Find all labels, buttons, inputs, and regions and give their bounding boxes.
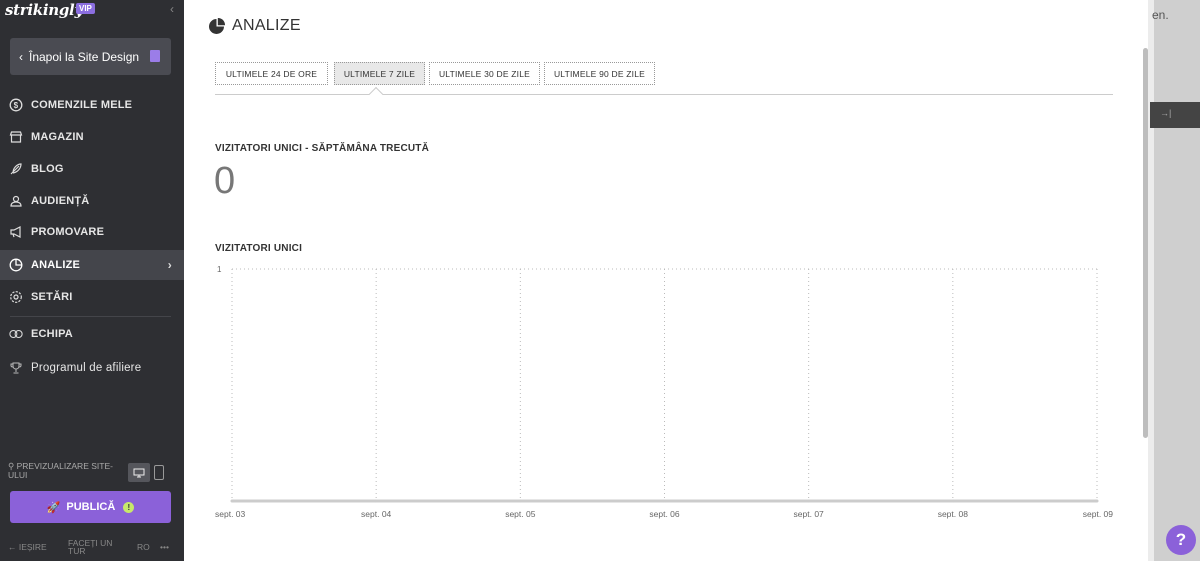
vip-badge: VIP bbox=[76, 3, 95, 14]
tab-last-30-days[interactable]: ULTIMELE 30 DE ZILE bbox=[429, 62, 540, 85]
exit-link[interactable]: ← IEȘIRE bbox=[8, 542, 47, 552]
dollar-circle-icon: $ bbox=[9, 98, 23, 112]
sidebar-item-analize[interactable]: ANALIZE › bbox=[0, 250, 184, 280]
pie-chart-icon bbox=[9, 258, 23, 272]
rocket-icon: 🚀 bbox=[46, 501, 61, 514]
unique-visitors-week-value: 0 bbox=[214, 160, 236, 202]
take-tour-link[interactable]: FACEȚI UN TUR bbox=[68, 539, 120, 556]
chart-x-tick-label: sept. 04 bbox=[361, 509, 392, 519]
sidebar-item-label: PROMOVARE bbox=[31, 226, 105, 238]
sidebar-item-echipa[interactable]: ECHIPA bbox=[0, 319, 184, 349]
background-text: en. bbox=[1152, 8, 1169, 22]
mobile-preview-button[interactable] bbox=[154, 465, 164, 480]
publish-warning-badge: ! bbox=[123, 501, 135, 513]
chart-data-point bbox=[518, 499, 522, 503]
sidebar-item-label: ECHIPA bbox=[31, 328, 73, 340]
unique-visitors-week-label: VIZITATORI UNICI - SĂPTĂMÂNA TRECUTĂ bbox=[215, 143, 430, 154]
sidebar-divider bbox=[10, 316, 171, 317]
chart-x-tick-label: sept. 05 bbox=[505, 509, 536, 519]
preview-site-label[interactable]: ⚲ PREVIZUALIZARE SITE-ULUI bbox=[8, 462, 126, 480]
chevron-right-icon: › bbox=[167, 258, 172, 272]
chart-labels: 1 sept. 03 sept. 04 sept. 05 sept. 06 sept. 0… bbox=[215, 265, 1113, 519]
sidebar-item-label: Programul de afiliere bbox=[31, 362, 142, 374]
sidebar-item-label: MAGAZIN bbox=[31, 131, 84, 143]
pie-chart-icon bbox=[209, 17, 225, 34]
feather-icon bbox=[9, 162, 23, 176]
sidebar-item-label: COMENZILE MELE bbox=[31, 99, 133, 111]
language-selector[interactable]: RO bbox=[137, 542, 150, 552]
chart-title: VIZITATORI UNICI bbox=[215, 243, 303, 254]
chart-data-point bbox=[663, 499, 666, 503]
unique-visitors-chart: 1 sept. 03 sept. 04 sept. 05 sept. 06 sept. 0… bbox=[215, 265, 1113, 519]
analytics-panel: ANALIZE ULTIMELE 24 DE ORE ULTIMELE 7 ZI… bbox=[184, 0, 1148, 561]
sidebar: strikingly VIP ‹ ‹ Înapoi la Site Design… bbox=[0, 0, 184, 561]
chart-data-point bbox=[1095, 499, 1099, 503]
scrollbar-thumb[interactable] bbox=[1143, 48, 1148, 438]
chart-x-tick-label: sept. 07 bbox=[794, 509, 825, 519]
tab-last-90-days[interactable]: ULTIMELE 90 DE ZILE bbox=[544, 62, 655, 85]
document-icon bbox=[150, 50, 160, 62]
page-title: ANALIZE bbox=[208, 17, 301, 35]
active-tab-caret bbox=[368, 86, 384, 102]
chart-x-tick-label: sept. 03 bbox=[215, 509, 246, 519]
back-to-site-design-button[interactable]: ‹ Înapoi la Site Design bbox=[10, 38, 171, 75]
svg-text:$: $ bbox=[14, 101, 19, 110]
back-button-label: Înapoi la Site Design bbox=[29, 49, 140, 64]
chart-data-point bbox=[230, 499, 234, 503]
chevron-left-icon: ‹ bbox=[19, 49, 23, 64]
gear-icon bbox=[9, 290, 23, 304]
page-title-text: ANALIZE bbox=[232, 17, 301, 34]
scrollbar-track bbox=[1148, 0, 1154, 561]
sidebar-item-label: ANALIZE bbox=[31, 259, 81, 271]
background-toolbar: →| bbox=[1150, 102, 1200, 128]
sidebar-item-label: BLOG bbox=[31, 163, 64, 175]
tab-divider bbox=[215, 94, 1113, 95]
chart-y-tick-label: 1 bbox=[217, 265, 222, 274]
chart-data-point bbox=[374, 499, 378, 503]
tab-last-24-hours[interactable]: ULTIMELE 24 DE ORE bbox=[215, 62, 328, 85]
sidebar-item-label: AUDIENȚĂ bbox=[31, 195, 90, 207]
publish-button[interactable]: 🚀 PUBLICĂ ! bbox=[10, 491, 171, 523]
store-icon bbox=[9, 130, 23, 144]
sidebar-footer: ← IEȘIRE FACEȚI UN TUR RO ••• bbox=[0, 538, 184, 558]
help-button[interactable]: ? bbox=[1166, 525, 1196, 555]
sidebar-item-comenzile-mele[interactable]: $ COMENZILE MELE bbox=[0, 90, 184, 120]
sidebar-item-label: SETĂRI bbox=[31, 291, 73, 303]
sidebar-item-promovare[interactable]: PROMOVARE bbox=[0, 217, 184, 247]
sidebar-item-blog[interactable]: BLOG bbox=[0, 154, 184, 184]
chart-data-point bbox=[951, 499, 955, 503]
sidebar-item-magazin[interactable]: MAGAZIN bbox=[0, 122, 184, 152]
chart-x-tick-label: sept. 08 bbox=[938, 509, 969, 519]
chart-x-tick-label: sept. 06 bbox=[649, 509, 680, 519]
chart-data-point bbox=[807, 499, 811, 503]
sidebar-item-programul-de-afiliere[interactable]: Programul de afiliere bbox=[0, 353, 184, 383]
team-icon bbox=[9, 327, 23, 341]
tab-last-7-days[interactable]: ULTIMELE 7 ZILE bbox=[334, 62, 425, 85]
strikingly-logo: strikingly bbox=[5, 1, 83, 19]
people-icon bbox=[9, 194, 23, 208]
publish-label: PUBLICĂ bbox=[66, 501, 116, 513]
more-options-icon[interactable]: ••• bbox=[160, 542, 169, 552]
collapse-sidebar-icon[interactable]: ‹ bbox=[170, 2, 174, 16]
trophy-icon bbox=[9, 361, 23, 375]
sidebar-item-setari[interactable]: SETĂRI bbox=[0, 282, 184, 312]
chart-x-tick-label: sept. 09 bbox=[1083, 509, 1114, 519]
chart-grid bbox=[231, 268, 1098, 501]
background-page bbox=[1148, 0, 1200, 561]
desktop-icon bbox=[133, 468, 145, 477]
desktop-preview-button[interactable] bbox=[128, 463, 150, 482]
sidebar-item-audienta[interactable]: AUDIENȚĂ bbox=[0, 186, 184, 216]
megaphone-icon bbox=[9, 225, 23, 239]
chart-series bbox=[230, 499, 1099, 503]
